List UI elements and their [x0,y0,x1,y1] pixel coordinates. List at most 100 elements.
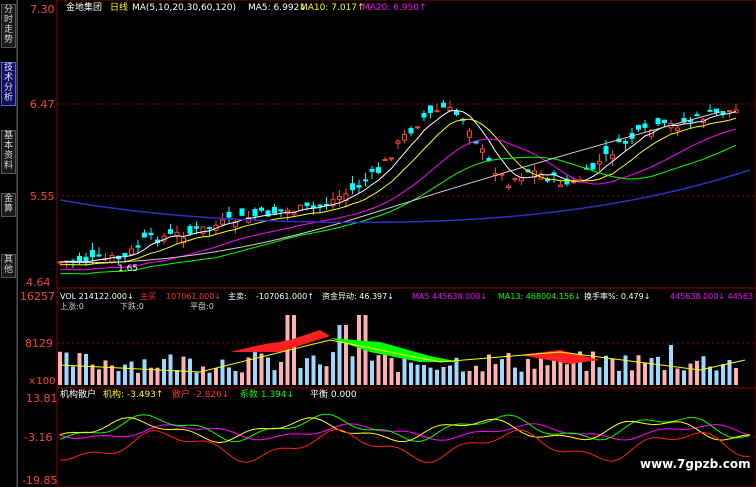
period-label[interactable]: 日线 [110,1,128,13]
net-buy-value: 107061.000↓ [166,292,221,301]
flat-count: 平盘:0 [190,301,214,311]
ma-params: MA(5,10,20,30,60,120) [132,3,236,13]
site-watermark: www.7gpzb.com [640,457,751,471]
volume-bar [487,354,491,385]
ma5-value: MA5: 6.992↓ [248,3,307,13]
candle-body [421,113,427,118]
candle-body [389,157,394,160]
volume-axis: 16257 8129 ×100 [20,290,55,387]
coef-line [59,413,751,443]
volume-bar [649,358,654,385]
volume-bar [246,357,251,385]
candle-body [688,120,693,123]
volume-bar [298,367,303,385]
candle-body [467,130,472,138]
volume-bar [630,370,634,385]
volume-bar [292,315,296,385]
volume-bar [695,360,699,385]
volume-bar [324,366,329,385]
volume-bar [240,372,244,385]
volume-bar [266,357,270,385]
volume-bar [662,370,667,385]
candle-body [642,123,648,128]
candle-body [603,146,609,155]
volume-bar [201,366,205,385]
volume-bar [129,361,134,385]
volume-bar [162,359,166,385]
volume-bar [448,365,452,385]
volume-bar [701,356,706,385]
volume-bar [214,368,218,385]
candle-body [207,226,212,229]
balance-value: 平衡 0.000 [310,388,357,400]
low-price-marker: 1.65 [118,264,138,274]
volume-bar [311,355,316,385]
candle-body [428,105,433,113]
price-axis: 7.30 6.47 5.55 4.64 [26,3,55,289]
candle-body [707,109,713,112]
candle-body [454,110,459,115]
main-sell-value: -107061.000↑ [256,292,314,301]
candle-body [304,202,310,207]
candle-body [376,167,381,173]
volume-header: VOL 214122.000↓ 主买 107061.000↓ 主卖: -1070… [60,291,753,311]
volume-bar [493,364,498,385]
chart-canvas[interactable]: 7.30 6.47 5.55 4.64 16257 8129 ×100 13.8… [0,0,756,487]
candle-body [272,206,277,214]
volume-bar [116,370,121,385]
volume-bar [233,370,238,385]
volume-bar [149,367,153,385]
volume-bar [656,356,660,385]
candle-body [694,114,700,117]
price-tick-2: 6.47 [30,98,55,111]
turnover-value: 换手率%: 0.479↓ [584,291,650,301]
volume-tick-unit: ×100 [28,376,55,387]
vol-ma5-value: MA5 445638.000↓ [412,292,487,301]
candle-body [350,183,355,191]
volume-bar [636,355,641,385]
volume-bar [136,372,140,385]
candle-body [239,208,245,216]
indicator-plot [59,413,751,464]
candle-body [369,168,375,172]
stock-name[interactable]: 金地集团 [66,1,102,13]
volume-bar [415,364,420,385]
volume-bar [461,371,465,385]
inst-value: 机构: -3.493↑ [103,388,163,400]
candle-body [311,205,316,209]
indicator-header: 机构散户 机构: -3.493↑ 散户 -2.826↓ 系数 1.394↓ 平衡… [60,388,357,400]
candle-body [402,133,407,141]
volume-bar [675,368,680,385]
volume-bar [370,360,374,385]
candle-body [727,110,732,113]
volume-bar [58,351,62,385]
volume-bar [604,355,608,385]
candle-body [142,232,147,238]
candle-body [96,254,102,257]
volume-bar [71,366,75,385]
volume-tick-top: 16257 [20,290,55,303]
volume-bar [617,370,621,385]
candle-body [590,162,596,170]
volume-bar [428,367,433,385]
volume-bar [480,371,485,385]
indicator-name: 机构散户 [60,388,96,400]
volume-bar [220,359,225,385]
volume-area-red [230,330,330,352]
volume-bar [409,362,413,385]
candle-body [408,127,414,134]
retail-value: 散户 -2.826↓ [172,388,229,400]
volume-bar [506,352,511,385]
ma5-line [59,109,737,263]
volume-bar [383,354,387,385]
price-tick-3: 5.55 [30,190,55,203]
volume-area-green [330,338,460,362]
volume-bar [474,365,478,385]
volume-bar [532,368,537,385]
candle-body [623,140,628,144]
candle-body [278,209,284,212]
volume-bar [279,361,283,385]
volume-bar [610,358,615,385]
volume-bar [337,325,342,385]
volume-bar [253,352,257,385]
